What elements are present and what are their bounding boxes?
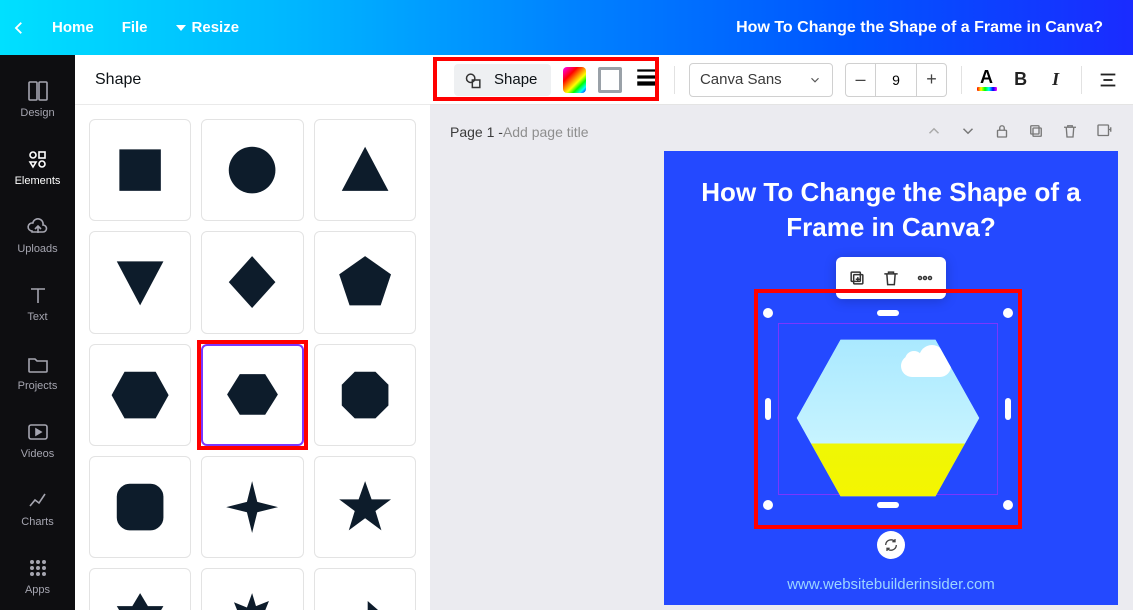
- rail-apps[interactable]: Apps: [0, 542, 75, 610]
- separator: [961, 66, 962, 94]
- page-title-input[interactable]: Add page title: [503, 124, 589, 140]
- bold-button[interactable]: B: [1009, 67, 1032, 93]
- shape-star-4[interactable]: [201, 456, 303, 558]
- design-page[interactable]: How To Change the Shape of a Frame in Ca…: [664, 151, 1118, 605]
- rail-videos[interactable]: Videos: [0, 406, 75, 474]
- page-up-icon[interactable]: [925, 122, 943, 143]
- shapes-panel-title: Shape: [75, 55, 430, 105]
- resync-icon[interactable]: [877, 531, 905, 559]
- shape-star-6[interactable]: [89, 568, 191, 610]
- annotation-selection-box: [754, 289, 1022, 529]
- lock-icon[interactable]: [993, 122, 1011, 143]
- cloud-graphic: [901, 355, 951, 377]
- shape-hexagon-flat[interactable]: [89, 344, 191, 446]
- hexagon-frame[interactable]: [788, 333, 988, 485]
- shape-rounded-octagon[interactable]: [89, 456, 191, 558]
- canvas-heading[interactable]: How To Change the Shape of a Frame in Ca…: [664, 151, 1118, 245]
- delete-page-icon[interactable]: [1061, 122, 1079, 143]
- rail-uploads[interactable]: Uploads: [0, 201, 75, 269]
- separator: [1081, 66, 1082, 94]
- page-down-icon[interactable]: [959, 122, 977, 143]
- shape-pentagon[interactable]: [314, 231, 416, 333]
- shapes-scroll[interactable]: [75, 105, 430, 610]
- shape-star-5[interactable]: [314, 456, 416, 558]
- shape-star-8[interactable]: [201, 568, 303, 610]
- rail-text[interactable]: Text: [0, 269, 75, 337]
- back-icon[interactable]: [10, 19, 28, 37]
- italic-button[interactable]: I: [1044, 67, 1067, 93]
- rail-charts[interactable]: Charts: [0, 474, 75, 542]
- selection-handles[interactable]: [768, 313, 1008, 505]
- shape-rhombus[interactable]: [201, 231, 303, 333]
- text-color-button[interactable]: A: [976, 68, 997, 92]
- stroke-color-button[interactable]: [598, 67, 622, 93]
- add-page-icon[interactable]: [1095, 122, 1113, 143]
- shape-circle[interactable]: [201, 119, 303, 221]
- cloud-sync-icon[interactable]: [309, 17, 337, 39]
- shape-hexagon[interactable]: [201, 344, 303, 446]
- font-size-minus[interactable]: –: [846, 64, 876, 96]
- page-label: Page 1 -: [450, 124, 503, 140]
- document-title: How To Change the Shape of a Frame in Ca…: [736, 19, 1123, 37]
- shape-triangle[interactable]: [314, 119, 416, 221]
- top-bar: Home File Resize How To Change the Shape…: [0, 0, 1133, 55]
- font-size-value[interactable]: 9: [876, 72, 916, 88]
- fill-color-button[interactable]: [563, 67, 586, 93]
- home-menu[interactable]: Home: [38, 13, 108, 42]
- shape-arrow-right[interactable]: [314, 568, 416, 610]
- redo-button[interactable]: [281, 17, 309, 39]
- resize-menu[interactable]: Resize: [162, 13, 254, 42]
- rail-elements[interactable]: Elements: [0, 133, 75, 201]
- border-style-button[interactable]: [634, 64, 660, 95]
- file-menu[interactable]: File: [108, 13, 162, 42]
- side-rail: Design Elements Uploads Text Projects Vi…: [0, 55, 75, 610]
- shape-square[interactable]: [89, 119, 191, 221]
- canvas-area: Page 1 - Add page title How To Change th…: [430, 105, 1133, 610]
- undo-button[interactable]: [253, 17, 281, 39]
- duplicate-page-icon[interactable]: [1027, 122, 1045, 143]
- font-size-stepper[interactable]: – 9 +: [845, 63, 947, 97]
- shape-octagon[interactable]: [314, 344, 416, 446]
- page-header: Page 1 - Add page title: [430, 117, 1133, 147]
- shapes-panel: Shape: [75, 55, 430, 610]
- rail-design[interactable]: Design: [0, 65, 75, 133]
- rail-projects[interactable]: Projects: [0, 338, 75, 406]
- alignment-button[interactable]: [1096, 67, 1119, 93]
- context-toolbar: Shape Canva Sans – 9 + A B I: [430, 55, 1133, 105]
- font-size-plus[interactable]: +: [916, 64, 946, 96]
- canvas-footer-url: www.websitebuilderinsider.com: [664, 576, 1118, 593]
- shape-triangle-down[interactable]: [89, 231, 191, 333]
- shape-type-button[interactable]: Shape: [454, 64, 551, 96]
- font-select[interactable]: Canva Sans: [689, 63, 833, 97]
- separator: [674, 66, 675, 94]
